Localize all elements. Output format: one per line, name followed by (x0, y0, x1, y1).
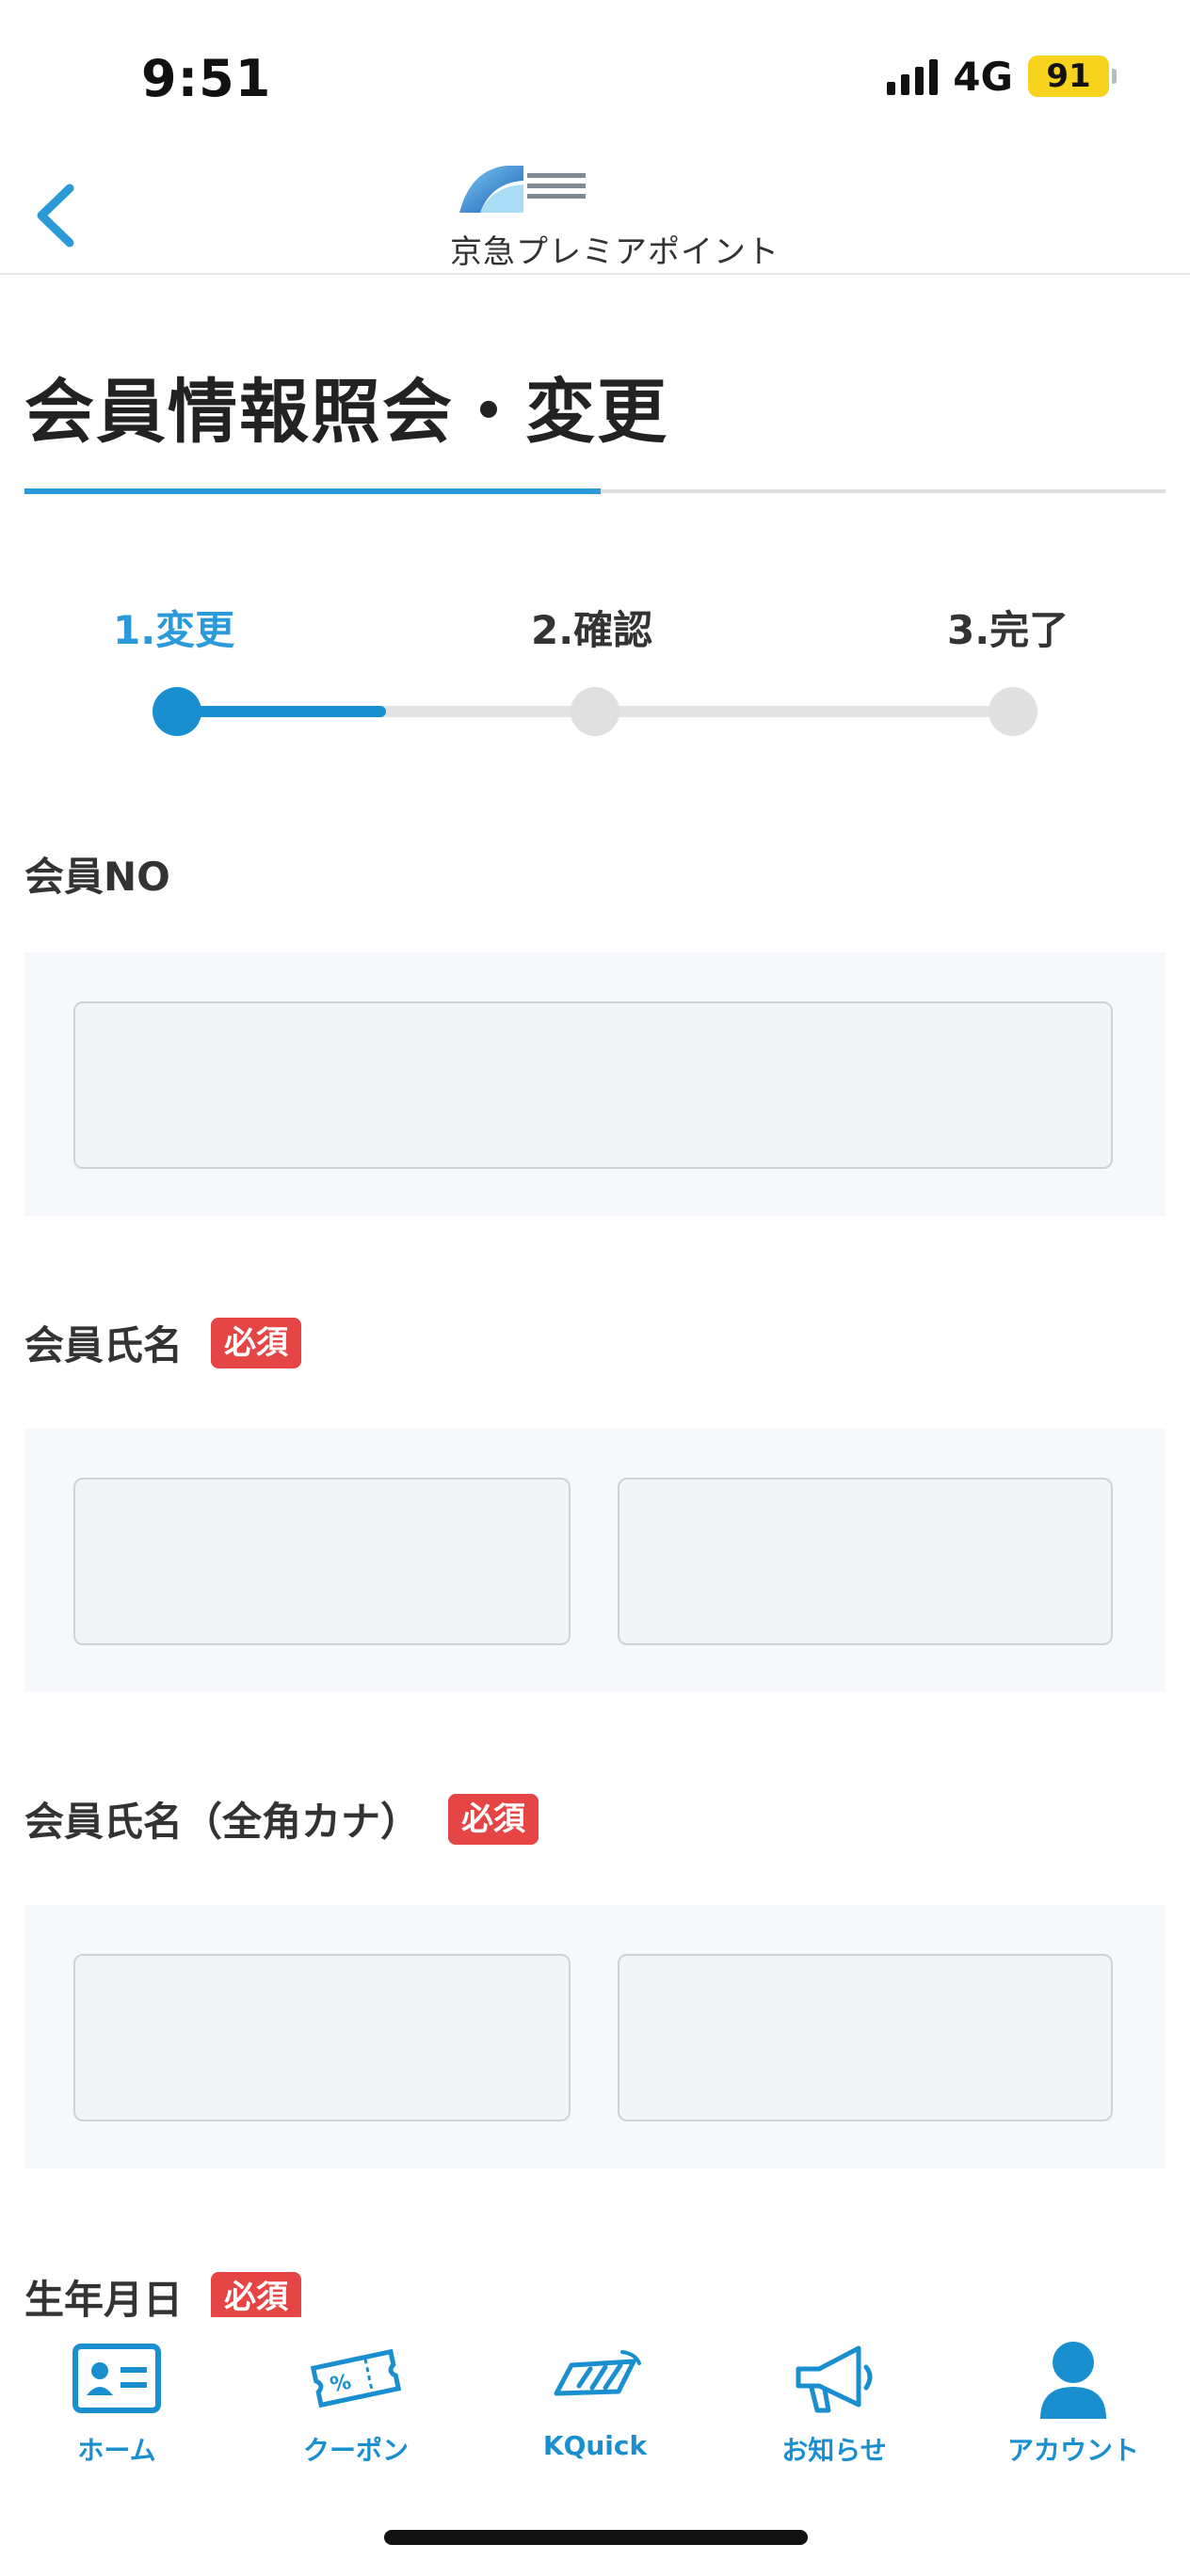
home-indicator (384, 2530, 808, 2545)
first-name-kana-input[interactable] (618, 1954, 1113, 2121)
last-name-input[interactable] (73, 1478, 571, 1645)
field-label-member-no: 会員NO (24, 845, 170, 903)
tab-coupon-label: クーポン (302, 2435, 409, 2466)
status-time: 9:51 (141, 49, 272, 108)
field-label-member-name-kana: 会員氏名（全角カナ） 必須 (24, 1790, 539, 1848)
kquick-pass-icon (554, 2350, 641, 2396)
tab-account[interactable]: アカウント (970, 2336, 1177, 2477)
member-name-kana-label: 会員氏名（全角カナ） (24, 1799, 421, 1845)
page-title: 会員情報照会・変更 (24, 372, 668, 453)
signal-icon (887, 57, 939, 95)
field-label-member-name: 会員氏名 必須 (24, 1314, 302, 1371)
brand-logo-wordmark (527, 173, 586, 204)
tab-home-label: ホーム (77, 2435, 156, 2466)
first-name-input[interactable] (618, 1478, 1113, 1645)
member-no-label: 会員NO (24, 854, 170, 900)
chevron-left-icon (37, 184, 74, 248)
member-name-panel (24, 1429, 1166, 1692)
app-screen: 9:51 4G 91 京急プレミアポイント 会員情報照会・変更 1.変更 2.確… (0, 0, 1190, 2576)
last-name-kana-input[interactable] (73, 1954, 571, 2121)
step-label-confirm: 2.確認 (531, 607, 653, 653)
tab-notices-label: お知らせ (781, 2435, 887, 2466)
member-no-input[interactable] (73, 1001, 1113, 1169)
battery-icon: 91 (1028, 56, 1117, 97)
tab-kquick-label: KQuick (542, 2430, 648, 2461)
required-badge: 必須 (448, 1793, 539, 1845)
tab-home[interactable]: ホーム (13, 2336, 220, 2477)
status-bar: 9:51 4G 91 (0, 0, 1190, 151)
svg-text:%: % (329, 2370, 354, 2397)
title-underline-active (24, 488, 601, 494)
step-dot-change (153, 687, 201, 736)
nav-header: 京急プレミアポイント (0, 151, 1190, 275)
member-no-panel (24, 952, 1166, 1216)
status-indicators: 4G 91 (887, 53, 1117, 100)
coupon-ticket-icon: % (310, 2348, 402, 2408)
megaphone-icon (796, 2345, 873, 2413)
member-card-icon (72, 2344, 161, 2413)
tab-kquick[interactable]: KQuick (491, 2336, 699, 2477)
step-label-change: 1.変更 (113, 607, 235, 653)
back-button[interactable] (13, 173, 98, 258)
member-name-label: 会員氏名 (24, 1322, 184, 1368)
required-badge: 必須 (211, 1317, 302, 1368)
tab-account-label: アカウント (1006, 2435, 1139, 2466)
brand-logo-text: 京急プレミアポイント (450, 233, 780, 271)
step-label-complete: 3.完了 (947, 607, 1069, 653)
member-name-kana-panel (24, 1905, 1166, 2168)
battery-level: 91 (1046, 57, 1091, 95)
network-label: 4G (953, 53, 1013, 100)
tab-coupon[interactable]: % クーポン (252, 2336, 459, 2477)
step-dot-complete (989, 687, 1037, 736)
stepper-track-progress (177, 706, 386, 717)
brand-logo: 京急プレミアポイント (442, 156, 781, 271)
account-person-icon (1040, 2342, 1106, 2419)
brand-logo-mark-icon (459, 166, 523, 213)
required-badge: 必須 (211, 2271, 302, 2323)
step-dot-confirm (571, 687, 619, 736)
tab-notices[interactable]: お知らせ (731, 2336, 938, 2477)
